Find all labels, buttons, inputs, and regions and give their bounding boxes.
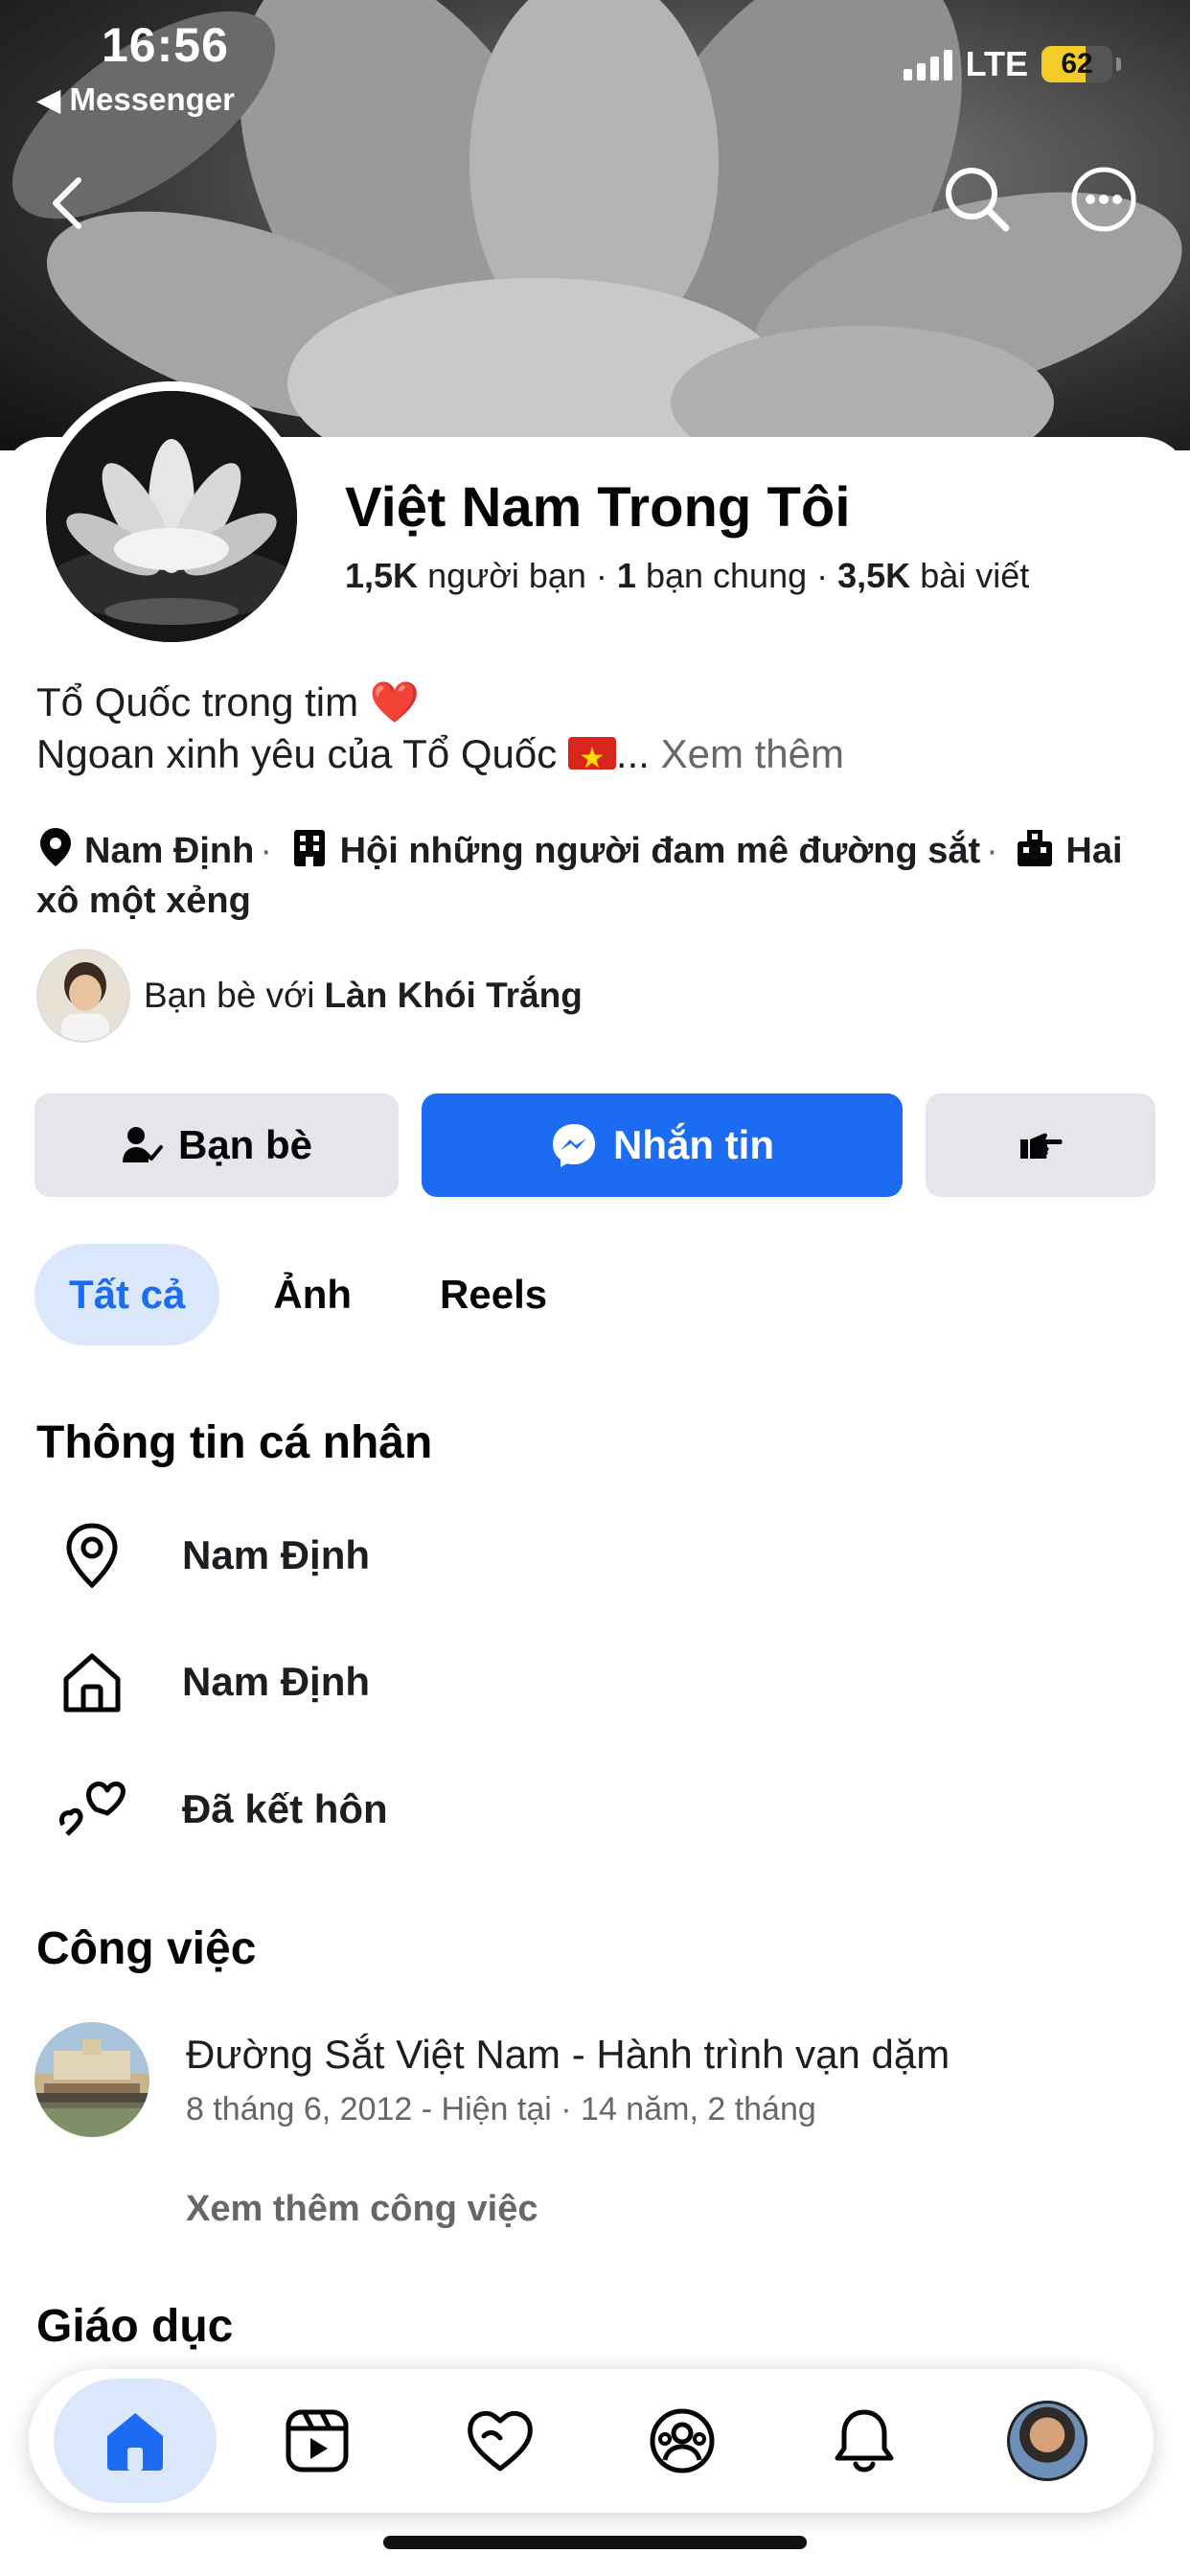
friends-button-label: Bạn bè: [177, 1122, 313, 1167]
see-more-jobs-link[interactable]: Xem thêm công việc: [186, 2189, 538, 2230]
info-row-current-city: Nam Định: [56, 1522, 370, 1589]
search-icon: [946, 168, 1010, 232]
info-row-relationship: Đã kết hôn: [56, 1775, 388, 1844]
nav-video[interactable]: [236, 2379, 399, 2503]
building-icon: [293, 830, 325, 866]
status-time: 16:56: [102, 18, 229, 72]
job-entry[interactable]: Đường Sắt Việt Nam - Hành trình vạn dặm …: [34, 2022, 950, 2137]
workplace-icon: [1018, 830, 1053, 866]
nav-profile[interactable]: [966, 2379, 1129, 2503]
nav-notifications[interactable]: [783, 2379, 946, 2503]
railway-photo: [34, 2039, 149, 2103]
profile-tabs: Tất cả Ảnh Reels: [34, 1244, 582, 1346]
work-title: Công việc: [36, 1923, 257, 1974]
info-current-city: Nam Định: [182, 1532, 371, 1577]
poke-hand-icon: [1020, 1133, 1063, 1159]
signal-icon: [903, 48, 952, 80]
profile-avatar[interactable]: [36, 381, 307, 652]
bio-line-1: Tổ Quốc trong tim ❤️: [36, 679, 421, 724]
tab-reels[interactable]: Reels: [405, 1244, 582, 1346]
location-pin-icon: [66, 1523, 118, 1589]
see-more-link[interactable]: Xem thêm: [661, 731, 844, 776]
profile-bio: Tổ Quốc trong tim ❤️ Ngoan xinh yêu của …: [36, 677, 844, 785]
nav-home[interactable]: [54, 2379, 217, 2503]
battery-level: 62: [1061, 48, 1093, 80]
message-button-label: Nhắn tin: [613, 1122, 774, 1167]
heart-icon: [467, 2410, 533, 2472]
back-button[interactable]: [38, 174, 96, 232]
job-title[interactable]: Đường Sắt Việt Nam - Hành trình vạn dặm: [186, 2032, 950, 2078]
home-icon: [107, 2413, 164, 2471]
home-indicator: [383, 2536, 807, 2549]
friends-button[interactable]: Bạn bè: [34, 1093, 399, 1197]
bio-line-2: Ngoan xinh yêu của Tổ Quốc: [36, 731, 558, 776]
detail-group: Hội những người đam mê đường sắt: [339, 831, 981, 871]
location-pin-icon: [40, 828, 71, 866]
profile-name: Việt Nam Trong Tôi: [345, 476, 851, 539]
profile-avatar: [1006, 2401, 1087, 2481]
info-relationship: Đã kết hôn: [182, 1786, 388, 1831]
groups-icon: [650, 2408, 715, 2473]
profile-details: Nam Định · Hội những người đam mê đường s…: [36, 826, 1167, 926]
job-logo: [34, 2022, 149, 2137]
more-icon: [1071, 167, 1136, 232]
friend-check-icon: [122, 1127, 163, 1162]
message-button[interactable]: Nhắn tin: [422, 1093, 903, 1197]
more-options-button[interactable]: [1067, 163, 1140, 236]
mutual-friend-row[interactable]: Bạn bè với Làn Khói Trắng: [36, 949, 583, 1043]
lotus-avatar-image: [46, 391, 297, 642]
mutual-friend-name[interactable]: Làn Khói Trắng: [325, 976, 583, 1016]
mutual-count[interactable]: 1: [617, 556, 636, 595]
mutual-prefix: Bạn bè với: [144, 976, 315, 1015]
education-title: Giáo dục: [36, 2301, 234, 2352]
vietnam-flag-icon: [567, 733, 616, 785]
hearts-icon: [58, 1782, 126, 1836]
tab-photos[interactable]: Ảnh: [239, 1244, 386, 1346]
bell-icon: [835, 2409, 894, 2472]
friends-count[interactable]: 1,5K: [345, 556, 418, 595]
posts-count: 3,5K: [837, 556, 911, 595]
mutual-label[interactable]: bạn chung: [646, 556, 807, 595]
info-row-hometown: Nam Định: [56, 1648, 370, 1715]
friends-label[interactable]: người bạn: [427, 556, 586, 595]
chevron-left-icon: [53, 177, 81, 229]
battery-icon: 62: [1041, 46, 1112, 82]
network-type: LTE: [965, 44, 1028, 83]
poke-button[interactable]: [926, 1093, 1156, 1197]
home-icon: [63, 1653, 121, 1713]
info-hometown: Nam Định: [182, 1659, 371, 1704]
profile-stats: 1,5K người bạn · 1 bạn chung · 3,5K bài …: [345, 556, 1030, 595]
search-button[interactable]: [941, 163, 1014, 236]
status-indicators: LTE 62: [903, 44, 1121, 84]
video-icon: [286, 2409, 349, 2472]
messenger-icon: [553, 1124, 595, 1167]
posts-label: bài viết: [920, 556, 1030, 595]
nav-groups[interactable]: [601, 2379, 764, 2503]
mutual-friend-photo: [61, 962, 109, 1041]
bio-ellipsis: ...: [615, 731, 650, 776]
nav-dating[interactable]: [419, 2379, 582, 2503]
job-dates: 8 tháng 6, 2012 - Hiện tại · 14 năm, 2 t…: [186, 2090, 816, 2128]
personal-info-title: Thông tin cá nhân: [36, 1417, 433, 1468]
back-to-messenger-link[interactable]: ◀ Messenger: [36, 80, 235, 118]
tab-all[interactable]: Tất cả: [34, 1244, 220, 1346]
detail-location: Nam Định: [84, 831, 255, 871]
mutual-friend-avatar[interactable]: [36, 949, 130, 1043]
bottom-nav: [29, 2369, 1154, 2513]
